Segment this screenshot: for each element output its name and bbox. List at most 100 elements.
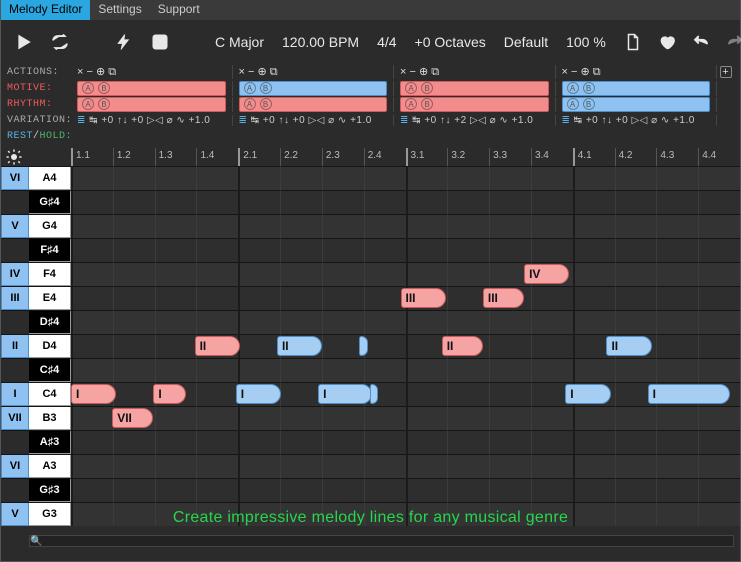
redo-icon[interactable] (726, 33, 741, 51)
play-icon[interactable] (15, 33, 33, 51)
note-block[interactable]: I (71, 384, 116, 404)
piano-key[interactable]: B3 (29, 407, 71, 430)
note-block[interactable]: II (606, 336, 651, 356)
variation-controls-1[interactable]: ≣ ↹ +0 ↑↓ +0 ▷◁ ⌀ ∿ +1.0 (232, 115, 394, 126)
section-actions-2[interactable]: × − ⊕ ⧉ (393, 65, 555, 79)
motive-slot-3[interactable]: AB (562, 81, 711, 96)
section-actions-0[interactable]: × − ⊕ ⧉ (71, 65, 232, 79)
preset-display[interactable]: Default (504, 34, 548, 50)
roman-key[interactable] (1, 311, 29, 334)
variation-controls-3[interactable]: ≣ ↹ +0 ↑↓ +0 ▷◁ ⌀ ∿ +1.0 (555, 115, 717, 126)
label-actions: ACTIONS: (7, 67, 71, 78)
note-block[interactable]: II (442, 336, 483, 356)
roman-key[interactable]: VI (1, 167, 29, 190)
menu-bar: Melody Editor Settings Support (1, 0, 740, 20)
zoom-display[interactable]: 100 % (566, 34, 606, 50)
piano-key[interactable]: F♯4 (29, 239, 71, 262)
ruler-tick: 4.3 (656, 148, 698, 166)
ruler-tick: 2.2 (280, 148, 322, 166)
roman-key[interactable]: V (1, 215, 29, 238)
main-toolbar: C Major 120.00 BPM 4/4 +0 Octaves Defaul… (1, 20, 740, 64)
key-display[interactable]: C Major (215, 34, 264, 50)
roman-key[interactable]: V (1, 503, 29, 526)
note-block[interactable]: I (236, 384, 281, 404)
section-actions-1[interactable]: × − ⊕ ⧉ (232, 65, 394, 79)
add-section-button[interactable]: + (716, 65, 734, 79)
ruler-tick: 3.2 (447, 148, 489, 166)
piano-key[interactable]: G♯4 (29, 191, 71, 214)
ruler-tick: 2.4 (364, 148, 406, 166)
tab-settings[interactable]: Settings (90, 0, 149, 20)
variation-controls-2[interactable]: ≣ ↹ +0 ↑↓ +2 ▷◁ ⌀ ∿ +1.0 (393, 115, 555, 126)
note-block[interactable]: VII (112, 408, 153, 428)
note-grid[interactable]: IVIIIIIIIIIIIIIIIIIIIIVII (71, 166, 740, 526)
piano-key[interactable]: A4 (29, 167, 71, 190)
piano-key[interactable]: C♯4 (29, 359, 71, 382)
flash-icon[interactable] (115, 33, 133, 51)
heart-icon[interactable] (658, 33, 676, 51)
roman-key[interactable]: II (1, 335, 29, 358)
tempo-display[interactable]: 120.00 BPM (282, 34, 359, 50)
note-block[interactable] (359, 336, 367, 356)
piano-key[interactable]: D4 (29, 335, 71, 358)
label-motive: MOTIVE: (7, 83, 71, 94)
variation-controls-0[interactable]: ≣ ↹ +0 ↑↓ +0 ▷◁ ⌀ ∿ +1.0 (71, 115, 232, 126)
piano-key[interactable]: G♯3 (29, 479, 71, 502)
tab-melody-editor[interactable]: Melody Editor (1, 0, 90, 20)
piano-key[interactable]: A♯3 (29, 431, 71, 454)
undo-icon[interactable] (692, 33, 710, 51)
note-block[interactable]: III (401, 288, 446, 308)
roman-key[interactable]: I (1, 383, 29, 406)
roman-key[interactable] (1, 239, 29, 262)
roman-key[interactable] (1, 431, 29, 454)
new-file-icon[interactable] (624, 33, 642, 51)
gear-icon[interactable] (5, 148, 23, 166)
loop-icon[interactable] (51, 33, 69, 51)
rhythm-slot-3[interactable]: AB (562, 97, 711, 112)
timesig-display[interactable]: 4/4 (377, 34, 396, 50)
note-block[interactable]: IV (524, 264, 569, 284)
piano-key[interactable]: A3 (29, 455, 71, 478)
roman-key[interactable]: VI (1, 455, 29, 478)
label-rhythm: RHYTHM: (7, 99, 71, 110)
rhythm-slot-1[interactable]: AB (239, 97, 388, 112)
ruler-tick: 2.1 (238, 148, 280, 166)
note-block[interactable]: II (277, 336, 322, 356)
piano-key[interactable]: C4 (29, 383, 71, 406)
horizontal-scrollbar[interactable]: 🔍 (29, 535, 734, 547)
piano-key[interactable]: G3 (29, 503, 71, 526)
tab-support[interactable]: Support (150, 0, 208, 20)
note-block[interactable]: I (153, 384, 186, 404)
note-block[interactable]: I (565, 384, 610, 404)
section-actions-3[interactable]: × − ⊕ ⧉ (555, 65, 717, 79)
roman-key[interactable]: VII (1, 407, 29, 430)
note-block[interactable]: I (318, 384, 372, 404)
ruler-tick: 2.3 (322, 148, 364, 166)
ruler-tick: 3.4 (531, 148, 573, 166)
motive-slot-1[interactable]: AB (239, 81, 388, 96)
roman-key[interactable] (1, 191, 29, 214)
motive-slot-2[interactable]: AB (400, 81, 549, 96)
roman-key[interactable] (1, 359, 29, 382)
motive-slot-0[interactable]: AB (77, 81, 226, 96)
piano-key[interactable]: G4 (29, 215, 71, 238)
rhythm-slot-0[interactable]: AB (77, 97, 226, 112)
timeline-ruler: 1.11.21.31.42.12.22.32.43.13.23.33.44.14… (1, 148, 740, 166)
piano-key[interactable]: E4 (29, 287, 71, 310)
roman-key[interactable]: IV (1, 263, 29, 286)
roman-key[interactable]: III (1, 287, 29, 310)
note-block[interactable]: III (483, 288, 524, 308)
note-block[interactable]: II (195, 336, 240, 356)
rhythm-slot-2[interactable]: AB (400, 97, 549, 112)
piano-key[interactable]: D♯4 (29, 311, 71, 334)
note-block[interactable]: I (648, 384, 730, 404)
octave-display[interactable]: +0 Octaves (415, 34, 486, 50)
note-block[interactable] (370, 384, 378, 404)
ruler-tick: 1.1 (71, 148, 113, 166)
piano-key[interactable]: F4 (29, 263, 71, 286)
ruler-tick: 4.1 (573, 148, 615, 166)
ruler-tick: 1.4 (196, 148, 238, 166)
roman-key[interactable] (1, 479, 29, 502)
dice-icon[interactable] (151, 33, 169, 51)
zoom-out-icon[interactable]: 🔍 (30, 536, 42, 547)
